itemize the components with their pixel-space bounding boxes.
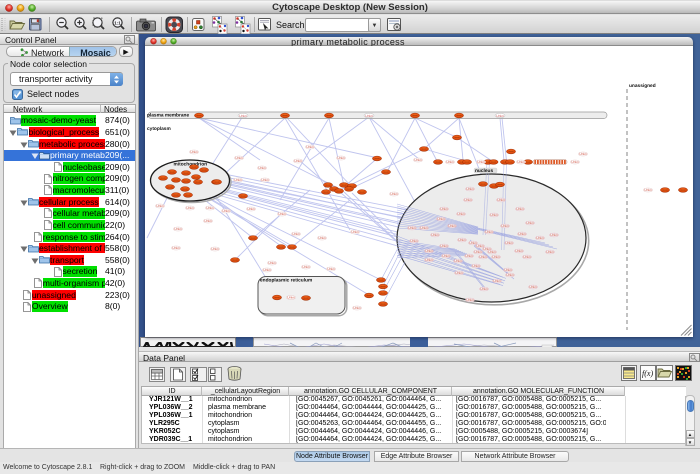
svg-text:Unkn: Unkn xyxy=(457,213,465,217)
svg-text:Unkn: Unkn xyxy=(420,227,428,231)
svg-text:Unkn: Unkn xyxy=(239,114,247,118)
svg-text:Unkn: Unkn xyxy=(222,210,230,214)
svg-text:Unkn: Unkn xyxy=(174,228,182,232)
svg-text:Unkn: Unkn xyxy=(204,220,212,224)
svg-text:Unkn: Unkn xyxy=(211,248,219,252)
svg-text:Unkn: Unkn xyxy=(550,234,558,238)
svg-text:Unkn: Unkn xyxy=(263,269,271,273)
svg-text:Unkn: Unkn xyxy=(479,256,487,260)
svg-text:Unkn: Unkn xyxy=(492,256,500,260)
svg-text:Unkn: Unkn xyxy=(327,268,335,272)
svg-text:Unkn: Unkn xyxy=(488,251,496,255)
svg-text:Unkn: Unkn xyxy=(505,242,513,246)
svg-text:Unkn: Unkn xyxy=(529,286,537,290)
svg-text:Unkn: Unkn xyxy=(518,233,526,237)
svg-text:Unkn: Unkn xyxy=(390,193,398,197)
svg-text:Unkn: Unkn xyxy=(425,259,433,263)
svg-text:Unkn: Unkn xyxy=(523,256,531,260)
svg-text:Unkn: Unkn xyxy=(206,207,214,211)
svg-text:Unkn: Unkn xyxy=(156,205,164,209)
svg-text:Unkn: Unkn xyxy=(414,159,422,163)
svg-text:Unkn: Unkn xyxy=(517,161,525,165)
svg-text:Unkn: Unkn xyxy=(294,160,302,164)
svg-text:endoplasmic reticulum: endoplasmic reticulum xyxy=(260,278,312,284)
svg-text:Unkn: Unkn xyxy=(186,207,194,211)
svg-text:Unkn: Unkn xyxy=(490,214,498,218)
svg-text:Unkn: Unkn xyxy=(190,151,198,155)
svg-text:Unkn: Unkn xyxy=(506,274,514,278)
svg-text:Unkn: Unkn xyxy=(442,255,450,259)
svg-text:Unkn: Unkn xyxy=(493,280,501,284)
svg-text:Unkn: Unkn xyxy=(365,114,373,118)
svg-text:Unkn: Unkn xyxy=(337,157,345,161)
svg-text:Unkn: Unkn xyxy=(644,189,652,193)
svg-text:Unkn: Unkn xyxy=(466,188,474,192)
svg-text:Unkn: Unkn xyxy=(318,237,326,241)
svg-text:1:1: 1:1 xyxy=(114,20,121,25)
svg-text:Unkn: Unkn xyxy=(353,307,361,311)
svg-text:Unkn: Unkn xyxy=(516,208,524,212)
svg-text:nucleus: nucleus xyxy=(475,168,493,174)
svg-text:Unkn: Unkn xyxy=(485,231,493,235)
svg-text:Unkn: Unkn xyxy=(247,208,255,212)
svg-text:Unkn: Unkn xyxy=(410,240,418,244)
svg-text:Unkn: Unkn xyxy=(437,218,445,222)
svg-text:Unkn: Unkn xyxy=(496,114,504,118)
svg-text:Unkn: Unkn xyxy=(477,161,485,165)
svg-text:Unkn: Unkn xyxy=(464,199,472,203)
svg-text:Unkn: Unkn xyxy=(234,179,242,183)
svg-text:Unkn: Unkn xyxy=(446,161,454,165)
svg-text:Unkn: Unkn xyxy=(268,262,276,266)
svg-text:Unkn: Unkn xyxy=(278,213,286,217)
svg-text:Unkn: Unkn xyxy=(536,237,544,241)
svg-text:Unkn: Unkn xyxy=(497,199,505,203)
svg-text:Unkn: Unkn xyxy=(454,260,462,264)
svg-text:Search:: Search: xyxy=(276,20,307,30)
svg-text:Unkn: Unkn xyxy=(546,251,554,255)
svg-text:Unkn: Unkn xyxy=(448,225,456,229)
svg-text:Unkn: Unkn xyxy=(474,251,482,255)
svg-text:cytoplasm: cytoplasm xyxy=(147,126,171,132)
svg-text:Unkn: Unkn xyxy=(408,227,416,231)
svg-text:Unkn: Unkn xyxy=(465,255,473,259)
svg-text:Unkn: Unkn xyxy=(526,222,534,226)
svg-text:Unkn: Unkn xyxy=(261,179,269,183)
svg-text:Unkn: Unkn xyxy=(235,157,243,161)
svg-text:Unkn: Unkn xyxy=(351,231,359,235)
svg-text:Unkn: Unkn xyxy=(292,233,300,237)
svg-text:Unkn: Unkn xyxy=(515,250,523,254)
svg-text:Unkn: Unkn xyxy=(172,247,180,251)
svg-text:Unkn: Unkn xyxy=(258,167,266,171)
svg-text:Unkn: Unkn xyxy=(458,239,466,243)
svg-text:Unkn: Unkn xyxy=(440,208,448,212)
svg-text:Unkn: Unkn xyxy=(466,299,474,303)
svg-text:Unkn: Unkn xyxy=(480,288,488,292)
svg-text:Unkn: Unkn xyxy=(472,265,480,269)
svg-text:Unkn: Unkn xyxy=(440,245,448,249)
svg-text:Unkn: Unkn xyxy=(579,153,587,157)
svg-text:Unkn: Unkn xyxy=(571,161,579,165)
svg-text:unassigned: unassigned xyxy=(629,83,656,89)
svg-text:Unkn: Unkn xyxy=(504,269,512,273)
svg-text:Unkn: Unkn xyxy=(306,146,314,150)
svg-text:Unkn: Unkn xyxy=(455,272,463,276)
svg-text:Unkn: Unkn xyxy=(302,266,310,270)
svg-text:f(x): f(x) xyxy=(642,369,653,378)
svg-text:plasma membrane: plasma membrane xyxy=(147,113,189,119)
svg-text:Unkn: Unkn xyxy=(431,234,439,238)
svg-text:Unkn: Unkn xyxy=(501,225,509,229)
svg-text:Unkn: Unkn xyxy=(287,296,295,300)
svg-text:Unkn: Unkn xyxy=(425,250,433,254)
